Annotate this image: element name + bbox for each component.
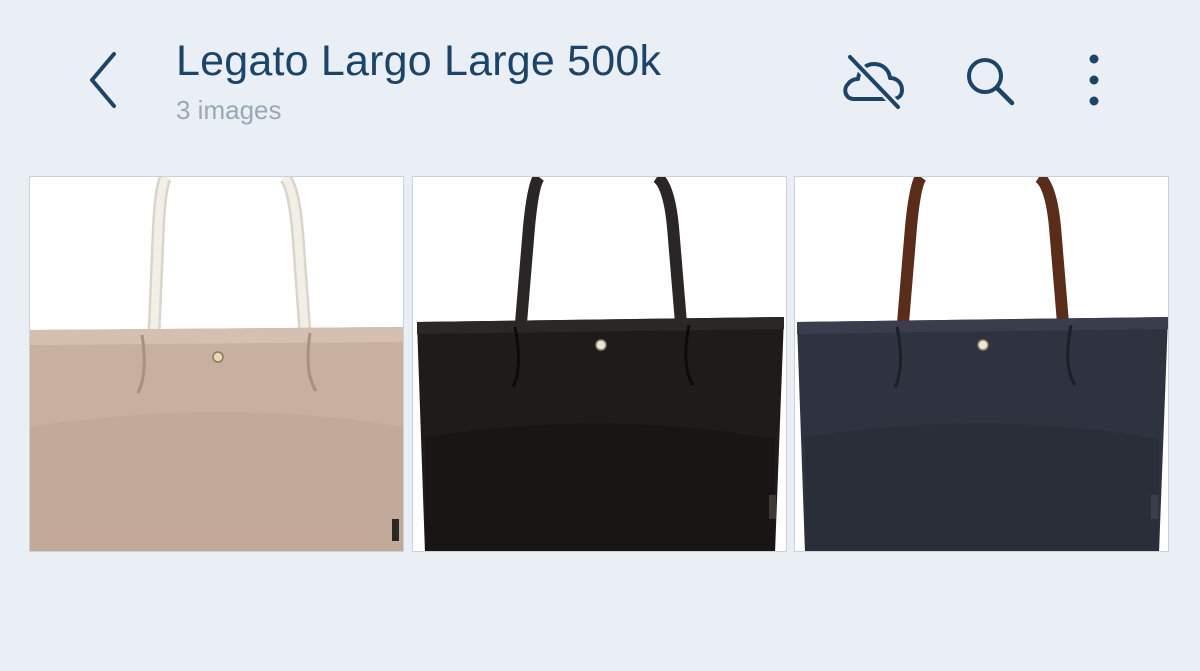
image-thumbnail[interactable] — [29, 176, 404, 552]
search-button[interactable] — [955, 46, 1025, 116]
more-options-button[interactable] — [1059, 46, 1129, 116]
cloud-sync-button[interactable] — [838, 46, 908, 116]
title-block: Legato Largo Large 500k 3 images — [176, 36, 661, 126]
image-count: 3 images — [176, 95, 282, 125]
chevron-left-icon — [90, 52, 116, 108]
album-title: Legato Largo Large 500k — [176, 37, 662, 85]
back-button[interactable] — [72, 44, 136, 116]
tote-bag-image — [795, 177, 1168, 551]
tote-bag-image — [30, 177, 403, 551]
image-thumbnail[interactable] — [794, 176, 1169, 552]
search-icon — [967, 58, 1015, 106]
cloud-off-icon — [843, 53, 904, 111]
more-vertical-icon — [1089, 54, 1099, 106]
image-thumbnail[interactable] — [412, 176, 787, 552]
app-header: Legato Largo Large 500k 3 images — [0, 0, 1200, 160]
image-grid — [29, 176, 1171, 553]
tote-bag-image — [413, 177, 786, 551]
